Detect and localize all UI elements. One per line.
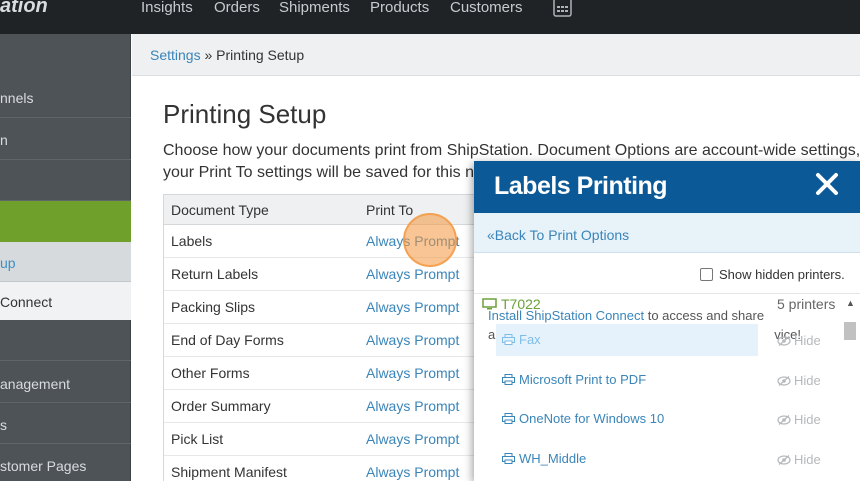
close-icon[interactable] [814, 171, 840, 197]
print-to-link[interactable]: Always Prompt [366, 266, 459, 282]
connect-note-text: to access and share [644, 308, 765, 323]
printer-name-wrap: WH_Middle [502, 451, 586, 466]
hide-printer-button[interactable]: Hide [777, 412, 821, 427]
document-type-cell: Labels [171, 233, 213, 249]
scroll-up-arrow-icon[interactable]: ▲ [846, 298, 855, 308]
printer-item-onenote[interactable]: OneNote for Windows 10 [496, 403, 758, 435]
show-hidden-label: Show hidden printers. [719, 267, 845, 282]
breadcrumb-settings-link[interactable]: Settings [150, 47, 201, 63]
print-to-link[interactable]: Always Prompt [366, 431, 459, 447]
document-type-cell: End of Day Forms [171, 332, 284, 348]
sidebar-item-customer-pages[interactable]: stomer Pages [0, 444, 131, 481]
table-row: Other Forms Always Prompt [164, 357, 482, 390]
document-type-cell: Return Labels [171, 266, 259, 282]
document-type-cell: Packing Slips [171, 299, 256, 315]
nav-orders[interactable]: Orders [214, 0, 260, 16]
sidebar-item-shipstation-connect[interactable]: Connect [0, 282, 131, 320]
printer-icon [502, 453, 515, 464]
printer-item-fax[interactable]: Fax [496, 324, 758, 356]
printer-name: WH_Middle [519, 451, 587, 466]
sidebar-item-8[interactable]: s [0, 403, 131, 444]
show-hidden-checkbox[interactable] [700, 268, 713, 281]
nav-insights[interactable]: Insights [141, 0, 193, 16]
header-print-to: Print To [366, 202, 414, 218]
document-type-cell: Other Forms [171, 365, 250, 381]
printer-name: Fax [519, 332, 541, 347]
hide-printer-button[interactable]: Hide [777, 373, 821, 388]
printer-name-wrap: Fax [502, 332, 541, 347]
printer-icon [502, 334, 515, 345]
hide-printer-button[interactable]: Hide [777, 333, 821, 348]
document-type-cell: Pick List [171, 431, 224, 447]
hide-label: Hide [794, 452, 821, 467]
header-document-type: Document Type [171, 202, 269, 218]
hide-printer-button[interactable]: Hide [777, 452, 821, 467]
click-indicator [403, 213, 457, 267]
table-row: Packing Slips Always Prompt [164, 291, 482, 324]
eye-slash-icon [777, 375, 791, 386]
install-connect-link[interactable]: Install ShipStation Connect [488, 308, 644, 323]
printer-item-wh-middle[interactable]: WH_Middle [496, 443, 758, 475]
printer-count: 5 printers [777, 296, 836, 312]
back-bar: «Back To Print Options [474, 213, 860, 253]
print-to-link[interactable]: Always Prompt [366, 365, 459, 381]
eye-slash-icon [777, 414, 791, 425]
printer-list: T7022 5 printers Install ShipStation Con… [474, 293, 860, 481]
top-nav-bar: ation Insights Orders Shipments Products… [0, 0, 860, 34]
printer-name: OneNote for Windows 10 [519, 411, 665, 426]
connect-note-line2-start: a [488, 327, 496, 342]
nav-products[interactable]: Products [370, 0, 429, 16]
sidebar-item-management[interactable]: anagement [0, 361, 131, 403]
printer-icon [502, 413, 515, 424]
printer-name: Microsoft Print to PDF [519, 372, 647, 387]
document-type-cell: Shipment Manifest [171, 464, 287, 480]
print-to-link[interactable]: Always Prompt [366, 464, 459, 480]
table-row: Order Summary Always Prompt [164, 390, 482, 423]
sidebar-item-2[interactable] [0, 160, 131, 201]
printer-name-wrap: OneNote for Windows 10 [502, 411, 664, 426]
sidebar-item-printing-setup[interactable]: up [0, 242, 131, 282]
sidebar-item-active-section[interactable] [0, 201, 131, 242]
nav-customers[interactable]: Customers [450, 0, 523, 16]
breadcrumb-bar: Settings » Printing Setup [132, 34, 860, 76]
modal-title: Labels Printing [494, 172, 668, 200]
sidebar-item-1[interactable]: n [0, 118, 131, 160]
printer-name-wrap: Microsoft Print to PDF [502, 372, 646, 387]
table-row: End of Day Forms Always Prompt [164, 324, 482, 357]
print-to-link[interactable]: Always Prompt [366, 299, 459, 315]
printer-icon [502, 374, 515, 385]
print-to-link[interactable]: Always Prompt [366, 332, 459, 348]
labels-printing-modal: Labels Printing «Back To Print Options S… [474, 161, 860, 481]
table-row: Shipment Manifest Always Prompt [164, 456, 482, 481]
shipstation-logo[interactable]: ation [0, 0, 48, 18]
back-to-print-options-link[interactable]: «Back To Print Options [487, 227, 629, 243]
calculator-icon[interactable] [553, 0, 572, 17]
breadcrumb: Settings » Printing Setup [150, 47, 304, 63]
description-line-1: Choose how your documents print from Shi… [163, 142, 860, 159]
sidebar-item-6[interactable] [0, 320, 131, 361]
settings-sidebar: nnels n up Connect anagement s stomer Pa… [0, 34, 131, 481]
eye-slash-icon [777, 454, 791, 465]
nav-shipments[interactable]: Shipments [279, 0, 350, 16]
breadcrumb-current: Printing Setup [216, 47, 305, 63]
breadcrumb-separator: » [200, 47, 217, 63]
scroll-thumb[interactable] [844, 322, 856, 340]
show-hidden-printers[interactable]: Show hidden printers. [700, 267, 845, 282]
hide-label: Hide [794, 333, 821, 348]
table-row: Pick List Always Prompt [164, 423, 482, 456]
print-to-link[interactable]: Always Prompt [366, 398, 459, 414]
page-title: Printing Setup [163, 99, 327, 129]
printer-item-microsoft-print-to-pdf[interactable]: Microsoft Print to PDF [496, 364, 758, 396]
sidebar-item-channels[interactable]: nnels [0, 76, 131, 118]
eye-slash-icon [777, 335, 791, 346]
hide-label: Hide [794, 412, 821, 427]
document-type-cell: Order Summary [171, 398, 271, 414]
hide-label: Hide [794, 373, 821, 388]
printer-list-scrollbar[interactable]: ▲ [843, 296, 857, 481]
modal-header: Labels Printing [474, 161, 860, 213]
